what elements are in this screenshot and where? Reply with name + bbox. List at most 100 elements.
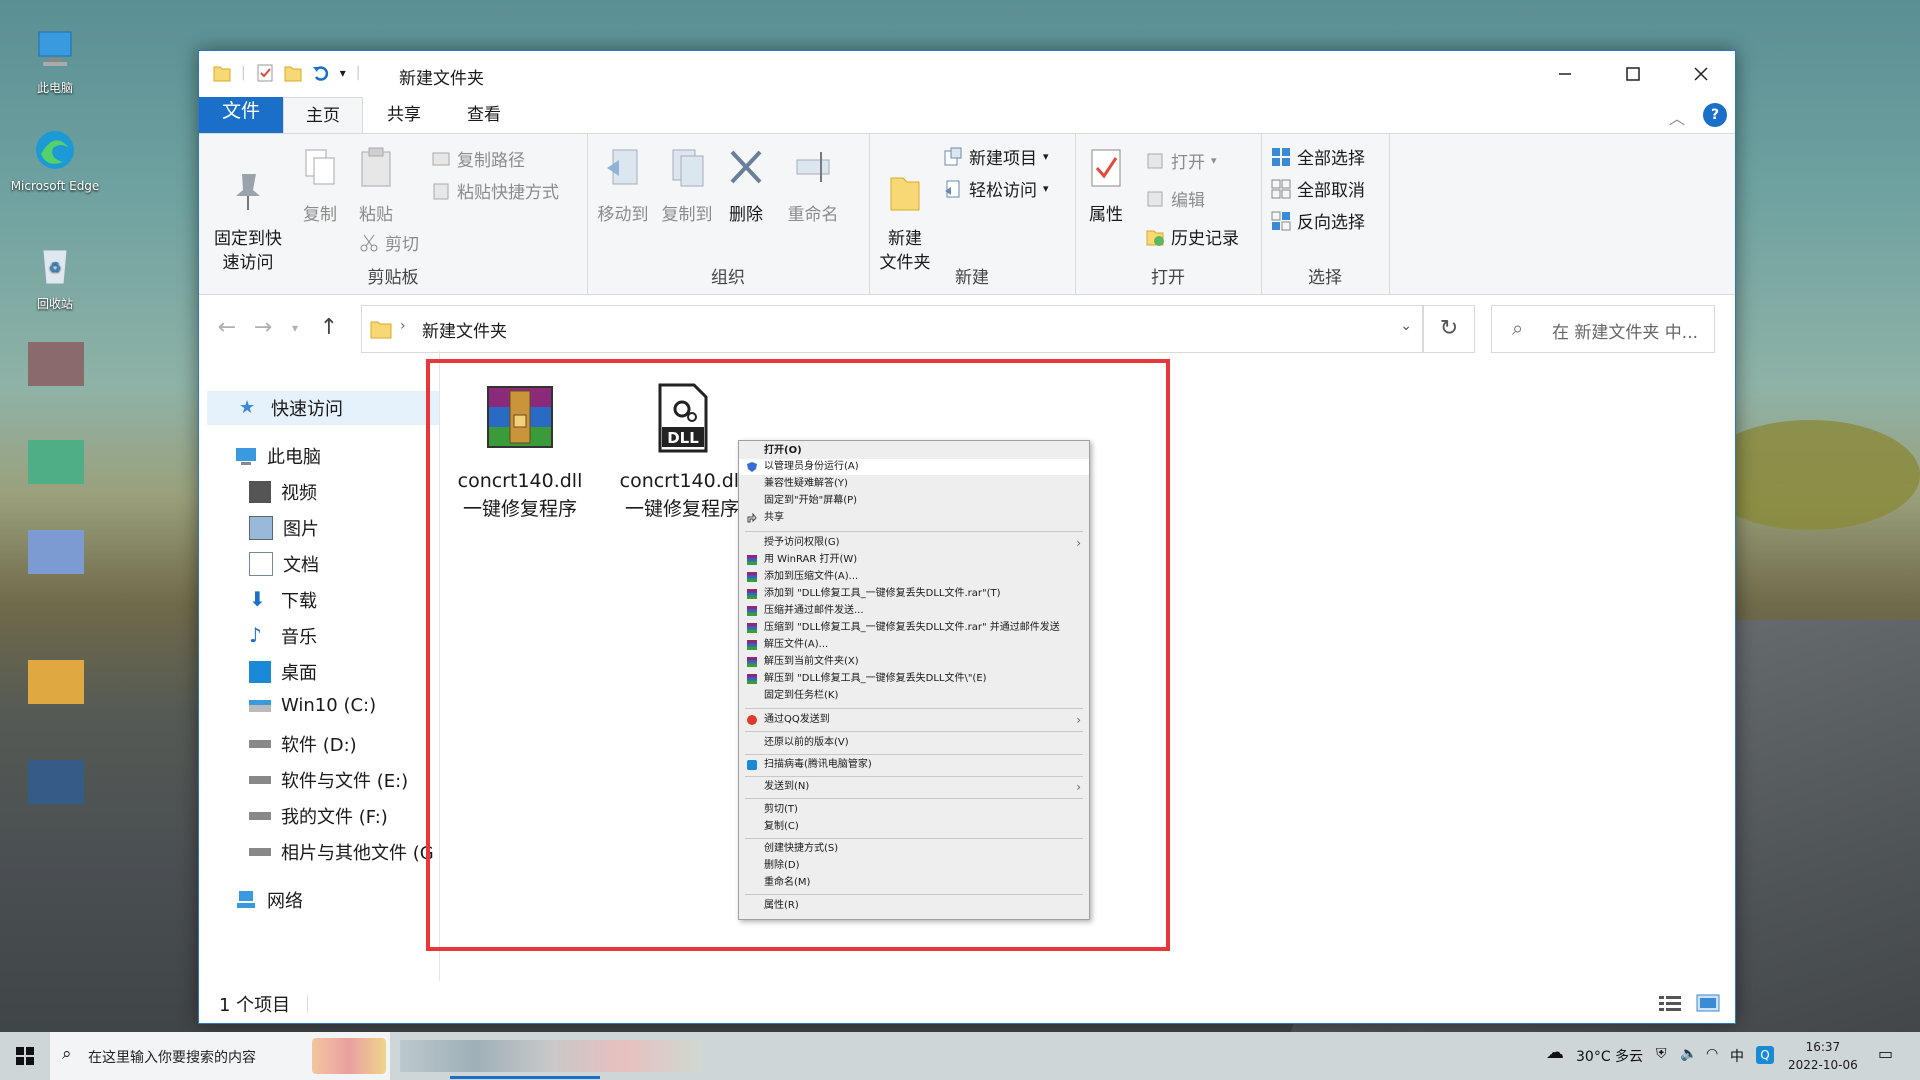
ime-icon[interactable]: 中: [1730, 1046, 1744, 1066]
menu-item-share[interactable]: 共享: [739, 510, 1089, 526]
menu-item-compress-to-rar-email[interactable]: 压缩到 "DLL修复工具_一键修复丢失DLL文件.rar" 并通过邮件发送: [739, 620, 1089, 636]
help-icon[interactable]: ?: [1703, 103, 1727, 127]
nav-drive-d[interactable]: 软件 (D:): [249, 731, 357, 757]
menu-item-extract-to-folder[interactable]: 解压到 "DLL修复工具_一键修复丢失DLL文件\"(E): [739, 671, 1089, 687]
menu-item-add-archive[interactable]: 添加到压缩文件(A)...: [739, 569, 1089, 585]
taskbar-search-box[interactable]: ⌕ 在这里输入你要搜索的内容: [50, 1032, 390, 1080]
menu-item-extract-here[interactable]: 解压到当前文件夹(X): [739, 654, 1089, 670]
menu-item-run-as-admin[interactable]: 以管理员身份运行(A): [739, 459, 1089, 475]
undo-icon[interactable]: [312, 63, 330, 83]
nav-documents[interactable]: 文档: [249, 551, 319, 577]
paste-shortcut-button[interactable]: 粘贴快捷方式: [431, 178, 559, 203]
ribbon-home: 固定到快 速访问 复制 粘贴 复制路径 粘贴快捷方式 剪切 剪贴板 移动到 复制…: [199, 133, 1735, 295]
details-view-icon[interactable]: [1657, 993, 1683, 1013]
volume-icon[interactable]: 🔈: [1680, 1046, 1697, 1062]
nav-pictures[interactable]: 图片: [249, 515, 319, 541]
history-button[interactable]: 历史记录: [1145, 224, 1239, 249]
menu-item-create-shortcut[interactable]: 创建快捷方式(S): [739, 841, 1089, 857]
menu-item-scan-virus[interactable]: 扫描病毒(腾讯电脑管家): [739, 757, 1089, 773]
invert-selection-button[interactable]: 反向选择: [1271, 208, 1365, 233]
recent-locations-dropdown[interactable]: ▾: [277, 305, 313, 351]
easy-access-button[interactable]: 轻松访问 ▾: [943, 176, 1049, 201]
menu-item-cut[interactable]: 剪切(T): [739, 802, 1089, 818]
menu-item-send-to[interactable]: 发送到(N) ›: [739, 779, 1089, 795]
menu-item-add-to-rar[interactable]: 添加到 "DLL修复工具_一键修复丢失DLL文件.rar"(T): [739, 586, 1089, 602]
customize-toolbar-dropdown-icon[interactable]: ▾: [340, 66, 346, 80]
pin-quick-access-button[interactable]: 固定到快 速访问: [205, 146, 291, 275]
menu-item-compress-email[interactable]: 压缩并通过邮件发送...: [739, 603, 1089, 619]
menu-item-properties[interactable]: 属性(R): [739, 898, 1089, 914]
qq-tray-icon[interactable]: Q: [1756, 1046, 1774, 1064]
properties-check-icon[interactable]: [256, 63, 274, 83]
move-to-button[interactable]: 移动到: [593, 146, 653, 227]
rename-button[interactable]: 重命名: [783, 146, 843, 227]
breadcrumb-current[interactable]: 新建文件夹: [422, 317, 507, 342]
new-item-button[interactable]: 新建项目 ▾: [943, 144, 1049, 169]
notification-icon[interactable]: ▭: [1878, 1044, 1893, 1063]
clock[interactable]: 16:37 2022-10-06: [1788, 1038, 1858, 1074]
refresh-button[interactable]: ↻: [1423, 305, 1475, 353]
cut-button[interactable]: 剪切: [359, 230, 419, 255]
copy-to-button[interactable]: 复制到: [657, 146, 717, 227]
copy-path-button[interactable]: 复制路径: [431, 146, 525, 171]
start-button[interactable]: [0, 1032, 50, 1080]
new-folder-icon[interactable]: [284, 63, 302, 83]
nav-desktop[interactable]: 桌面: [249, 659, 317, 685]
weather-text[interactable]: 30°C 多云: [1576, 1046, 1643, 1066]
new-folder-button[interactable]: 新建 文件夹: [873, 146, 937, 275]
menu-item-compat-troubleshoot[interactable]: 兼容性疑难解答(Y): [739, 476, 1089, 492]
desktop-icon-edge[interactable]: Microsoft Edge: [10, 128, 100, 193]
nav-drive-g[interactable]: 相片与其他文件 (G:: [249, 839, 435, 865]
tab-file[interactable]: 文件: [199, 97, 283, 133]
nav-downloads[interactable]: ⬇ 下载: [249, 587, 317, 613]
back-button[interactable]: ←: [209, 305, 245, 351]
nav-drive-f[interactable]: 我的文件 (F:): [249, 803, 388, 829]
desktop-icon-recycle-bin[interactable]: ♻ 回收站: [10, 244, 100, 312]
delete-button[interactable]: 删除: [721, 146, 771, 227]
menu-item-delete[interactable]: 删除(D): [739, 858, 1089, 874]
copy-button[interactable]: 复制: [295, 146, 345, 227]
nav-this-pc[interactable]: 此电脑: [235, 443, 321, 469]
menu-item-grant-access[interactable]: 授予访问权限(G) ›: [739, 535, 1089, 551]
minimize-button[interactable]: [1531, 51, 1599, 97]
search-box[interactable]: ⌕ 在 新建文件夹 中...: [1491, 305, 1715, 353]
menu-item-open[interactable]: 打开(O): [739, 443, 1089, 459]
nav-videos[interactable]: 视频: [249, 479, 317, 505]
menu-item-send-qq[interactable]: 通过QQ发送到 ›: [739, 712, 1089, 728]
menu-item-pin-start[interactable]: 固定到"开始"屏幕(P): [739, 493, 1089, 509]
menu-item-copy[interactable]: 复制(C): [739, 819, 1089, 835]
tab-share[interactable]: 共享: [365, 97, 443, 133]
address-bar[interactable]: › 新建文件夹 ⌄: [361, 305, 1423, 353]
security-shield-icon[interactable]: ⛨: [1656, 1046, 1667, 1062]
desktop-icon-this-pc[interactable]: 此电脑: [10, 28, 100, 96]
menu-item-pin-taskbar[interactable]: 固定到任务栏(K): [739, 688, 1089, 704]
tab-home[interactable]: 主页: [283, 97, 363, 134]
address-dropdown-icon[interactable]: ⌄: [1400, 318, 1412, 334]
up-button[interactable]: ↑: [311, 305, 347, 351]
select-none-button[interactable]: 全部取消: [1271, 176, 1365, 201]
maximize-button[interactable]: [1599, 51, 1667, 97]
open-button[interactable]: 打开 ▾: [1145, 148, 1217, 173]
large-icons-view-icon[interactable]: [1695, 993, 1721, 1013]
close-button[interactable]: [1667, 51, 1735, 97]
music-note-icon: ♪: [249, 623, 262, 647]
properties-button[interactable]: 属性: [1081, 146, 1131, 227]
nav-drive-c[interactable]: Win10 (C:): [249, 695, 376, 716]
nav-label: 桌面: [281, 663, 317, 684]
collapse-ribbon-icon[interactable]: ︿: [1669, 105, 1685, 129]
paste-button[interactable]: 粘贴: [351, 146, 401, 227]
weather-icon[interactable]: ☁: [1546, 1042, 1564, 1063]
nav-drive-e[interactable]: 软件与文件 (E:): [249, 767, 408, 793]
forward-button[interactable]: →: [245, 305, 281, 351]
nav-music[interactable]: ♪ 音乐: [249, 623, 317, 649]
menu-item-open-winrar[interactable]: 用 WinRAR 打开(W): [739, 552, 1089, 568]
edit-button[interactable]: 编辑: [1145, 186, 1205, 211]
menu-item-restore-versions[interactable]: 还原以前的版本(V): [739, 735, 1089, 751]
tab-view[interactable]: 查看: [445, 97, 523, 133]
select-all-button[interactable]: 全部选择: [1271, 144, 1365, 169]
nav-network[interactable]: 网络: [235, 887, 303, 913]
nav-quick-access[interactable]: ★ 快速访问: [239, 395, 343, 421]
menu-item-extract[interactable]: 解压文件(A)...: [739, 637, 1089, 653]
network-icon[interactable]: ◠: [1706, 1046, 1718, 1062]
menu-item-rename[interactable]: 重命名(M): [739, 875, 1089, 891]
